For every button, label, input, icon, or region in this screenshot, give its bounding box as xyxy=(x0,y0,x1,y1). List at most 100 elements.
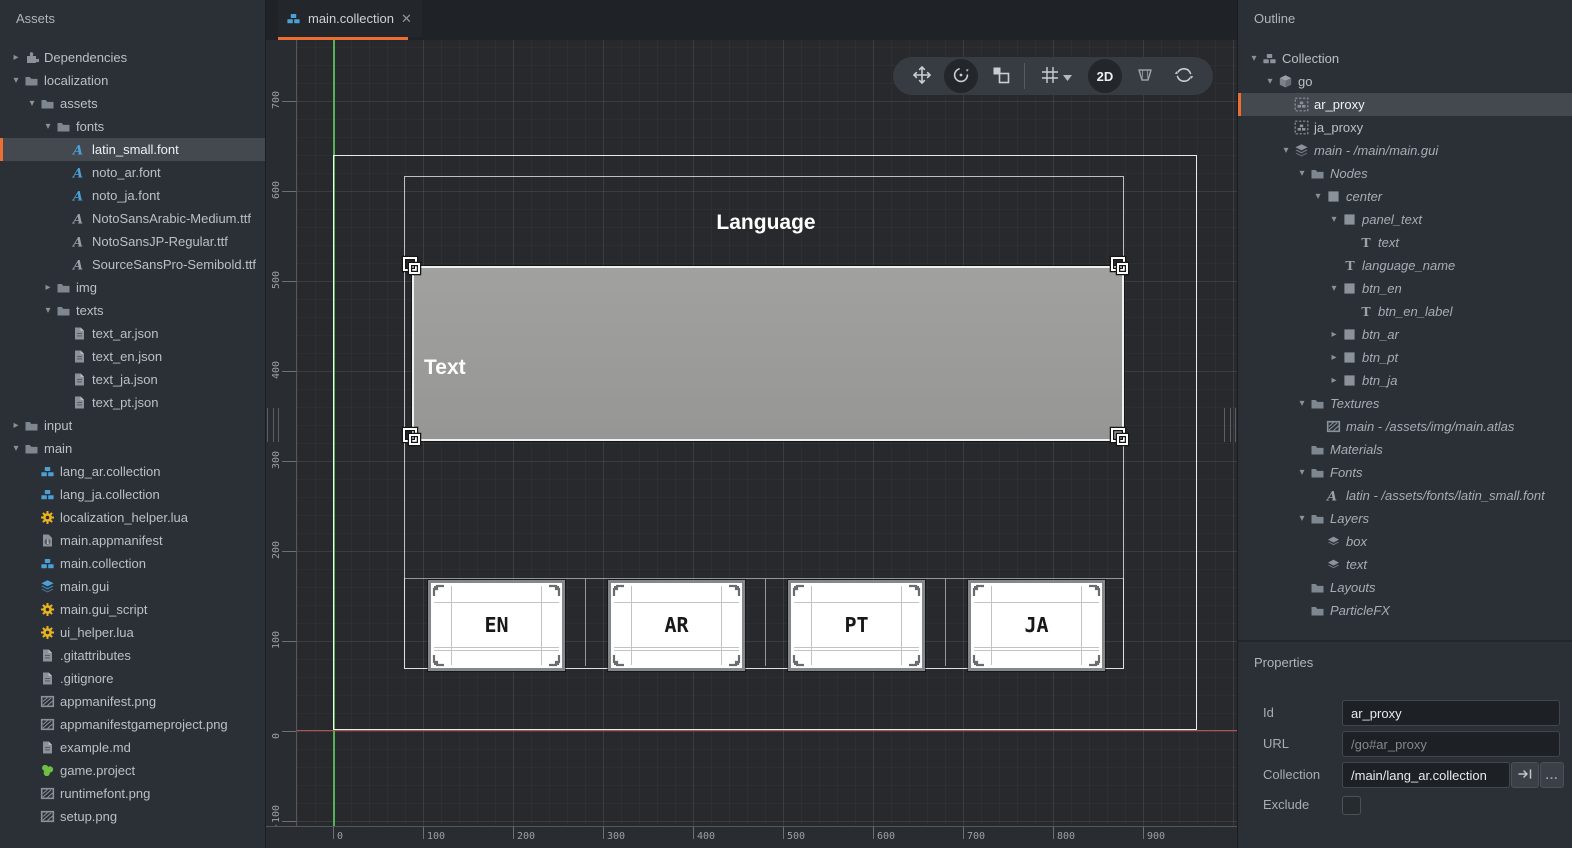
tree-item-btn-en-label[interactable]: Tbtn_en_label xyxy=(1238,300,1572,323)
tree-item-fonts[interactable]: ▾fonts xyxy=(0,115,265,138)
tree-item-text-en-json[interactable]: text_en.json xyxy=(0,345,265,368)
tree-item-layouts[interactable]: Layouts xyxy=(1238,576,1572,599)
frustum-culling-button[interactable] xyxy=(1128,59,1162,93)
left-pane-splitter[interactable] xyxy=(267,408,279,442)
expand-arrow-icon[interactable]: ▾ xyxy=(1296,461,1308,484)
expand-arrow-icon[interactable]: ▾ xyxy=(1296,392,1308,415)
tree-item-main[interactable]: ▾main xyxy=(0,437,265,460)
tree-item-main-main-main-gui[interactable]: ▾main - /main/main.gui xyxy=(1238,139,1572,162)
tree-item-main-gui-script[interactable]: main.gui_script xyxy=(0,598,265,621)
tree-item-setup-png[interactable]: setup.png xyxy=(0,805,265,828)
tree-item-sourcesanspro-semibold-ttf[interactable]: ASourceSansPro-Semibold.ttf xyxy=(0,253,265,276)
expand-arrow-icon[interactable]: ▾ xyxy=(1328,277,1340,300)
tree-item-main-appmanifest[interactable]: imain.appmanifest xyxy=(0,529,265,552)
tree-item-appmanifestgameproject-png[interactable]: appmanifestgameproject.png xyxy=(0,713,265,736)
id-field[interactable] xyxy=(1342,700,1560,726)
expand-arrow-icon[interactable]: ▾ xyxy=(1312,185,1324,208)
tree-item-language-name[interactable]: Tlanguage_name xyxy=(1238,254,1572,277)
expand-arrow-icon[interactable]: ▾ xyxy=(42,115,54,138)
gui-button-node-en[interactable]: EN xyxy=(428,580,565,671)
tree-item-particlefx[interactable]: ParticleFX xyxy=(1238,599,1572,622)
tree-item-fonts[interactable]: ▾Fonts xyxy=(1238,461,1572,484)
tree-item--gitignore[interactable]: .gitignore xyxy=(0,667,265,690)
close-tab-icon[interactable]: ✕ xyxy=(401,11,412,27)
selection-handle[interactable] xyxy=(401,426,423,448)
expand-arrow-icon[interactable]: ▾ xyxy=(1296,507,1308,530)
tree-item-lang-ar-collection[interactable]: lang_ar.collection xyxy=(0,460,265,483)
tree-item-main-gui[interactable]: main.gui xyxy=(0,575,265,598)
tree-item-localization[interactable]: ▾localization xyxy=(0,69,265,92)
tree-item-latin-small-font[interactable]: Alatin_small.font xyxy=(0,138,265,161)
rotate-tool-button[interactable] xyxy=(944,59,978,93)
reload-button[interactable] xyxy=(1167,59,1201,93)
tree-item-materials[interactable]: Materials xyxy=(1238,438,1572,461)
tree-item-main-collection[interactable]: main.collection xyxy=(0,552,265,575)
gui-button-node-ja[interactable]: JA xyxy=(968,580,1105,671)
gui-button-node-ar[interactable]: AR xyxy=(608,580,745,671)
tree-item-text[interactable]: Ttext xyxy=(1238,231,1572,254)
tree-item-btn-pt[interactable]: ▸btn_pt xyxy=(1238,346,1572,369)
tree-item-btn-en[interactable]: ▾btn_en xyxy=(1238,277,1572,300)
open-resource-button[interactable] xyxy=(1511,762,1539,788)
tree-item-localization-helper-lua[interactable]: localization_helper.lua xyxy=(0,506,265,529)
tree-item-appmanifest-png[interactable]: appmanifest.png xyxy=(0,690,265,713)
expand-arrow-icon[interactable]: ▸ xyxy=(10,46,22,69)
tree-item-ar-proxy[interactable]: ar_proxy xyxy=(1238,93,1572,116)
scene-canvas[interactable]: Language Text ENARPTJA 70060050040030020… xyxy=(266,40,1237,848)
tree-item-game-project[interactable]: game.project xyxy=(0,759,265,782)
grid-settings-button[interactable] xyxy=(1030,59,1082,93)
tree-item-go[interactable]: ▾go xyxy=(1238,70,1572,93)
panel-text-node[interactable] xyxy=(412,266,1124,441)
expand-arrow-icon[interactable]: ▸ xyxy=(1328,346,1340,369)
selection-handle[interactable] xyxy=(1109,255,1131,277)
expand-arrow-icon[interactable]: ▸ xyxy=(10,414,22,437)
right-pane-splitter[interactable] xyxy=(1224,408,1236,442)
expand-arrow-icon[interactable]: ▾ xyxy=(1248,47,1260,70)
expand-arrow-icon[interactable]: ▸ xyxy=(1328,369,1340,392)
move-tool-button[interactable] xyxy=(905,59,939,93)
tree-item-latin-assets-fonts-latin-small-font[interactable]: Alatin - /assets/fonts/latin_small.font xyxy=(1238,484,1572,507)
tree-item-text-ar-json[interactable]: text_ar.json xyxy=(0,322,265,345)
expand-arrow-icon[interactable]: ▾ xyxy=(1296,162,1308,185)
tree-item-notosansjp-regular-ttf[interactable]: ANotoSansJP-Regular.ttf xyxy=(0,230,265,253)
selection-handle[interactable] xyxy=(401,255,423,277)
tree-item-ui-helper-lua[interactable]: ui_helper.lua xyxy=(0,621,265,644)
tree-item-box[interactable]: box xyxy=(1238,530,1572,553)
tree-item-text-ja-json[interactable]: text_ja.json xyxy=(0,368,265,391)
tree-item-btn-ja[interactable]: ▸btn_ja xyxy=(1238,369,1572,392)
tree-item-ja-proxy[interactable]: ja_proxy xyxy=(1238,116,1572,139)
expand-arrow-icon[interactable]: ▾ xyxy=(1328,208,1340,231)
tree-item-text-pt-json[interactable]: text_pt.json xyxy=(0,391,265,414)
expand-arrow-icon[interactable]: ▾ xyxy=(1280,139,1292,162)
tree-item-btn-ar[interactable]: ▸btn_ar xyxy=(1238,323,1572,346)
tree-item-notosansarabic-medium-ttf[interactable]: ANotoSansArabic-Medium.ttf xyxy=(0,207,265,230)
tab-main-collection[interactable]: main.collection ✕ xyxy=(278,0,422,37)
expand-arrow-icon[interactable]: ▾ xyxy=(10,437,22,460)
expand-arrow-icon[interactable]: ▸ xyxy=(42,276,54,299)
tree-item-input[interactable]: ▸input xyxy=(0,414,265,437)
expand-arrow-icon[interactable]: ▾ xyxy=(1264,70,1276,93)
tree-item-lang-ja-collection[interactable]: lang_ja.collection xyxy=(0,483,265,506)
tree-item-center[interactable]: ▾center xyxy=(1238,185,1572,208)
tree-item-panel-text[interactable]: ▾panel_text xyxy=(1238,208,1572,231)
browse-collection-button[interactable]: ... xyxy=(1540,762,1564,788)
tree-item-collection[interactable]: ▾Collection xyxy=(1238,47,1572,70)
tree-item-textures[interactable]: ▾Textures xyxy=(1238,392,1572,415)
tree-item-layers[interactable]: ▾Layers xyxy=(1238,507,1572,530)
expand-arrow-icon[interactable]: ▾ xyxy=(26,92,38,115)
tree-item-img[interactable]: ▸img xyxy=(0,276,265,299)
tree-item--gitattributes[interactable]: .gitattributes xyxy=(0,644,265,667)
expand-arrow-icon[interactable]: ▾ xyxy=(10,69,22,92)
camera-2d-toggle[interactable]: 2D xyxy=(1088,59,1122,93)
expand-arrow-icon[interactable]: ▾ xyxy=(42,299,54,322)
tree-item-texts[interactable]: ▾texts xyxy=(0,299,265,322)
tree-item-runtimefont-png[interactable]: runtimefont.png xyxy=(0,782,265,805)
tree-item-example-md[interactable]: example.md xyxy=(0,736,265,759)
selection-handle[interactable] xyxy=(1109,426,1131,448)
collection-field[interactable] xyxy=(1342,762,1510,788)
expand-arrow-icon[interactable]: ▸ xyxy=(1328,323,1340,346)
gui-button-node-pt[interactable]: PT xyxy=(788,580,925,671)
url-field[interactable] xyxy=(1342,731,1560,757)
tree-item-noto-ar-font[interactable]: Anoto_ar.font xyxy=(0,161,265,184)
text-label-node[interactable]: Text xyxy=(424,356,466,380)
